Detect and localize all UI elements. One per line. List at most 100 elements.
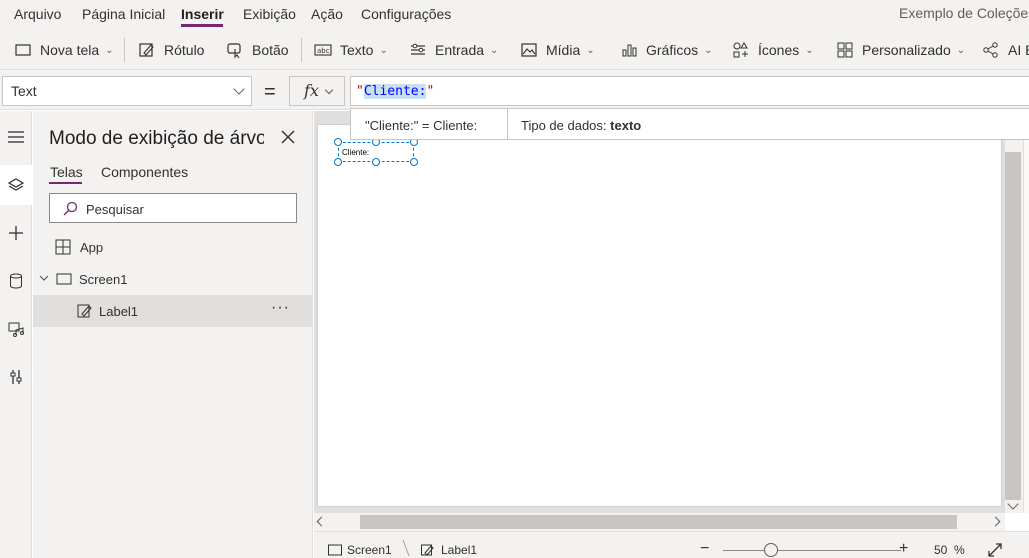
new-screen-icon (15, 44, 31, 56)
zoom-in-button[interactable]: + (899, 540, 908, 558)
resize-handle[interactable] (372, 158, 380, 166)
left-rail (0, 111, 32, 558)
formula-quote-open: " (356, 84, 364, 99)
menu-pagina-inicial[interactable]: Página Inicial (82, 6, 165, 22)
app-screen[interactable] (318, 125, 1001, 506)
label-edit-icon (77, 304, 92, 318)
chevron-down-icon: ⌄ (586, 44, 595, 56)
input-button[interactable]: Entrada ⌄ (409, 40, 498, 60)
close-icon[interactable] (280, 129, 296, 145)
tree-node-label: Screen1 (79, 272, 128, 287)
label-edit-icon (139, 43, 154, 57)
insert-button[interactable] (0, 213, 32, 253)
menu-configuracoes[interactable]: Configurações (361, 6, 451, 22)
ai-network-icon (983, 42, 998, 58)
ai-builder-button[interactable]: AI Builder (982, 40, 1029, 60)
button-button[interactable]: Botão (226, 40, 289, 60)
chevron-down-icon (233, 83, 245, 95)
formula-result-text: "Cliente:" = Cliente: (365, 118, 478, 133)
status-screen-breadcrumb[interactable]: Screen1 (347, 543, 392, 557)
chevron-down-icon[interactable] (39, 273, 49, 283)
menu-bar: Arquivo Página Inicial Inserir Exibição … (0, 0, 1029, 28)
formula-input[interactable]: "Cliente:" (350, 76, 1029, 106)
tree-node-label: Label1 (99, 304, 139, 319)
property-dropdown[interactable]: Text (2, 76, 252, 106)
resize-handle[interactable] (334, 138, 342, 146)
status-control-breadcrumb[interactable]: Label1 (441, 543, 477, 557)
resize-handle[interactable] (410, 158, 418, 166)
charts-button[interactable]: Gráficos ⌄ (620, 40, 713, 60)
icons-button[interactable]: Ícones ⌄ (732, 40, 814, 60)
zoom-slider-track[interactable] (723, 550, 901, 551)
tree-node-screen1[interactable]: Screen1 (33, 263, 313, 295)
fx-icon: fx (304, 81, 319, 100)
label-edit-icon (421, 544, 434, 556)
zoom-out-button[interactable]: − (700, 540, 709, 558)
data-type-info: Tipo de dados: texto (521, 118, 641, 133)
tools-icon (10, 370, 22, 384)
property-dropdown-value: Text (11, 83, 37, 99)
formula-quote-close: " (426, 84, 435, 99)
fx-function-button[interactable]: fx (289, 76, 345, 106)
ribbon-toolbar: Nova tela ⌄ Rótulo Botão abc Texto ⌄ Ent… (0, 28, 1029, 70)
menu-exibicao[interactable]: Exibição (243, 6, 296, 22)
tree-node-app[interactable]: App (33, 231, 313, 263)
media-rail-button[interactable] (0, 309, 32, 349)
tree-view-button[interactable] (0, 165, 32, 205)
text-button-label: Texto (340, 42, 374, 58)
input-sliders-icon (411, 43, 425, 55)
text-button[interactable]: abc Texto ⌄ (314, 40, 388, 60)
label-button-label: Rótulo (164, 42, 205, 58)
menu-arquivo[interactable]: Arquivo (14, 6, 61, 22)
zoom-unit: % (954, 543, 965, 557)
bar-chart-icon (622, 44, 637, 57)
search-icon (63, 201, 78, 216)
new-screen-label: Nova tela (40, 42, 100, 58)
chevron-down-icon: ⌄ (379, 44, 388, 56)
tab-componentes[interactable]: Componentes (101, 164, 188, 180)
active-menu-indicator (181, 24, 223, 27)
media-button[interactable]: Mídia ⌄ (520, 40, 595, 60)
label-button[interactable]: Rótulo (138, 40, 204, 60)
horizontal-scrollbar-thumb[interactable] (360, 515, 957, 529)
breadcrumb-separator-icon (402, 539, 410, 557)
button-pointer-icon (227, 43, 241, 59)
ribbon-divider (124, 38, 125, 62)
plus-icon (9, 226, 23, 240)
fit-to-window-icon[interactable] (987, 542, 1003, 558)
search-placeholder: Pesquisar (86, 202, 144, 217)
chevron-down-icon: ⌄ (105, 44, 114, 56)
text-box-icon: abc (314, 44, 332, 56)
more-options-icon[interactable]: ··· (271, 299, 290, 317)
zoom-value[interactable]: 50 (934, 543, 947, 557)
image-icon (521, 43, 537, 57)
tree-node-label1[interactable]: Label1 ··· (33, 295, 313, 327)
menu-inserir[interactable]: Inserir (181, 6, 224, 22)
hamburger-menu-button[interactable] (0, 117, 32, 157)
tree-view-panel: Modo de exibição de árvore Telas Compone… (33, 111, 313, 558)
app-title: Exemplo de Coleções (899, 5, 1029, 21)
icons-shapes-icon (733, 42, 748, 58)
zoom-slider-thumb[interactable] (764, 543, 778, 557)
media-icon (8, 322, 24, 337)
new-screen-button[interactable]: Nova tela ⌄ (14, 40, 114, 60)
screen-icon (328, 544, 342, 556)
data-button[interactable] (0, 261, 32, 301)
custom-button-label: Personalizado (862, 42, 951, 58)
media-button-label: Mídia (546, 42, 581, 58)
resize-handle[interactable] (334, 158, 342, 166)
custom-button[interactable]: Personalizado ⌄ (836, 40, 965, 60)
input-button-label: Entrada (435, 42, 485, 58)
hamburger-icon (8, 131, 24, 143)
search-input[interactable]: Pesquisar (49, 193, 297, 223)
label-control-text: Cliente: (342, 148, 370, 157)
ai-builder-label: AI Builder (1008, 42, 1029, 58)
menu-acao[interactable]: Ação (311, 6, 343, 22)
advanced-tools-button[interactable] (0, 357, 32, 397)
icons-button-label: Ícones (758, 42, 800, 58)
svg-text:abc: abc (317, 47, 330, 55)
vertical-scrollbar-thumb[interactable] (1005, 152, 1021, 500)
tab-telas[interactable]: Telas (50, 164, 83, 180)
layers-icon (8, 178, 24, 191)
tree-node-label: App (80, 240, 104, 255)
